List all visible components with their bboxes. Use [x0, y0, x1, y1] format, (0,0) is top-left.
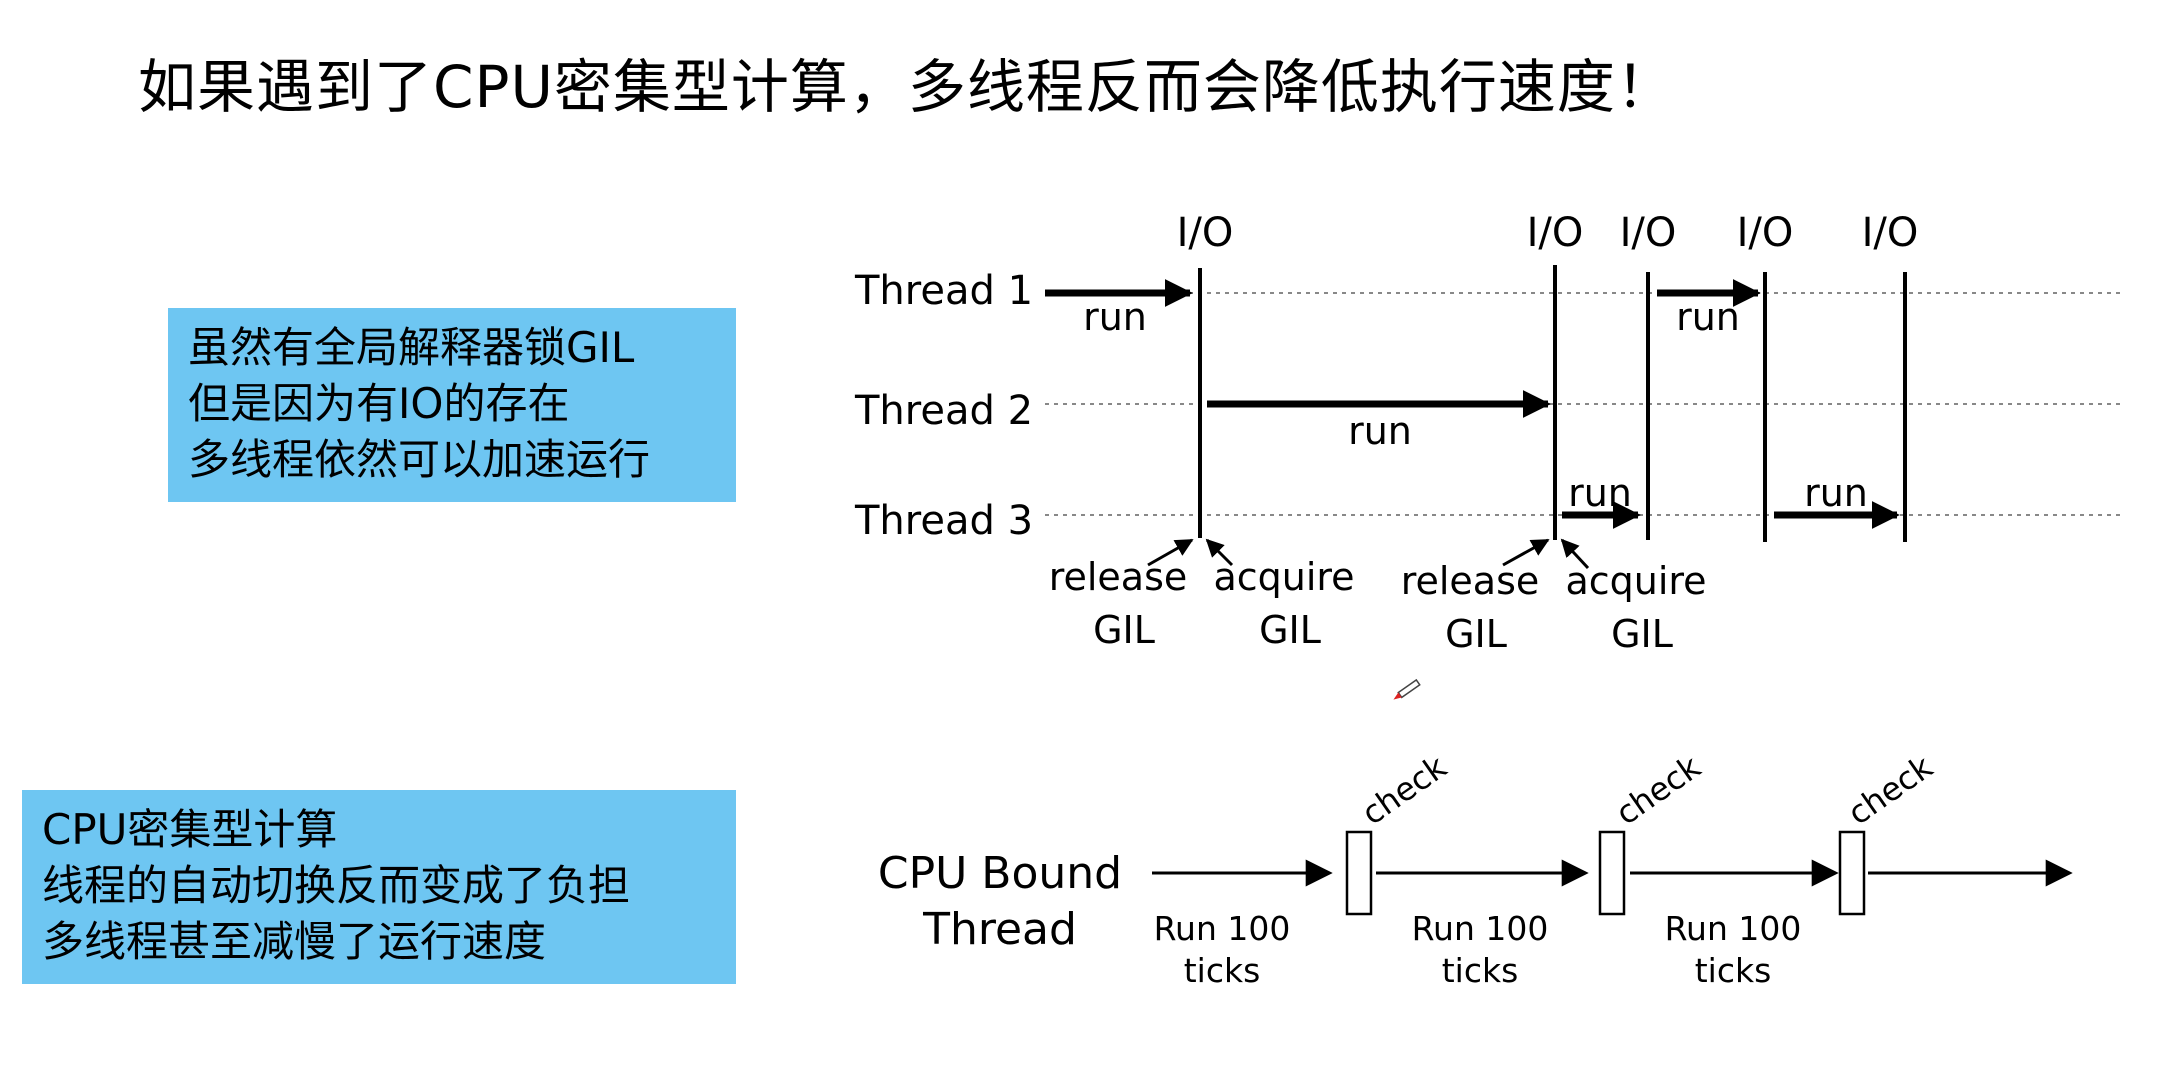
io-label: I/O	[1177, 210, 1234, 256]
release-gil-label: release	[1401, 559, 1540, 603]
io-label: I/O	[1737, 210, 1794, 256]
cpu-bound-thread-label: Thread	[922, 904, 1077, 955]
run-ticks-label: Run 100	[1665, 909, 1802, 948]
pen-cursor-icon	[1393, 678, 1421, 700]
acquire-gil-label: GIL	[1611, 612, 1673, 656]
check-label: check	[1355, 747, 1454, 832]
io-label: I/O	[1862, 210, 1919, 256]
release-gil-label: GIL	[1093, 608, 1155, 652]
run-label: run	[1083, 295, 1147, 339]
thread-3-label: Thread 3	[854, 498, 1033, 544]
run-ticks-label: Run 100	[1412, 909, 1549, 948]
check-label: check	[1841, 747, 1940, 832]
gil-io-diagram: Thread 1 Thread 2 Thread 3 I/O I/O I/O I…	[854, 210, 2125, 656]
run-ticks-label: Run 100	[1154, 909, 1291, 948]
check-box	[1598, 830, 1626, 916]
run-ticks-label: ticks	[1184, 951, 1261, 990]
io-label: I/O	[1620, 210, 1677, 256]
run-ticks-label: ticks	[1442, 951, 1519, 990]
acquire-gil-label: GIL	[1259, 608, 1321, 652]
thread-2-label: Thread 2	[854, 388, 1033, 434]
check-box	[1838, 830, 1866, 916]
thread-1-label: Thread 1	[854, 268, 1033, 314]
cpu-bound-diagram: CPU Bound Thread check check check Run 1…	[878, 747, 2073, 990]
release-gil-label: GIL	[1445, 612, 1507, 656]
release-gil-label: release	[1049, 555, 1188, 599]
acquire-gil-label: acquire	[1565, 559, 1706, 603]
run-label: run	[1676, 295, 1740, 339]
cpu-bound-thread-label: CPU Bound	[878, 848, 1122, 899]
run-label: run	[1804, 471, 1868, 515]
check-label: check	[1609, 747, 1708, 832]
check-box	[1345, 830, 1373, 916]
run-label: run	[1348, 409, 1412, 453]
run-label: run	[1568, 471, 1632, 515]
acquire-gil-label: acquire	[1213, 555, 1354, 599]
io-label: I/O	[1527, 210, 1584, 256]
run-ticks-label: ticks	[1695, 951, 1772, 990]
diagram-canvas: Thread 1 Thread 2 Thread 3 I/O I/O I/O I…	[854, 210, 2125, 990]
